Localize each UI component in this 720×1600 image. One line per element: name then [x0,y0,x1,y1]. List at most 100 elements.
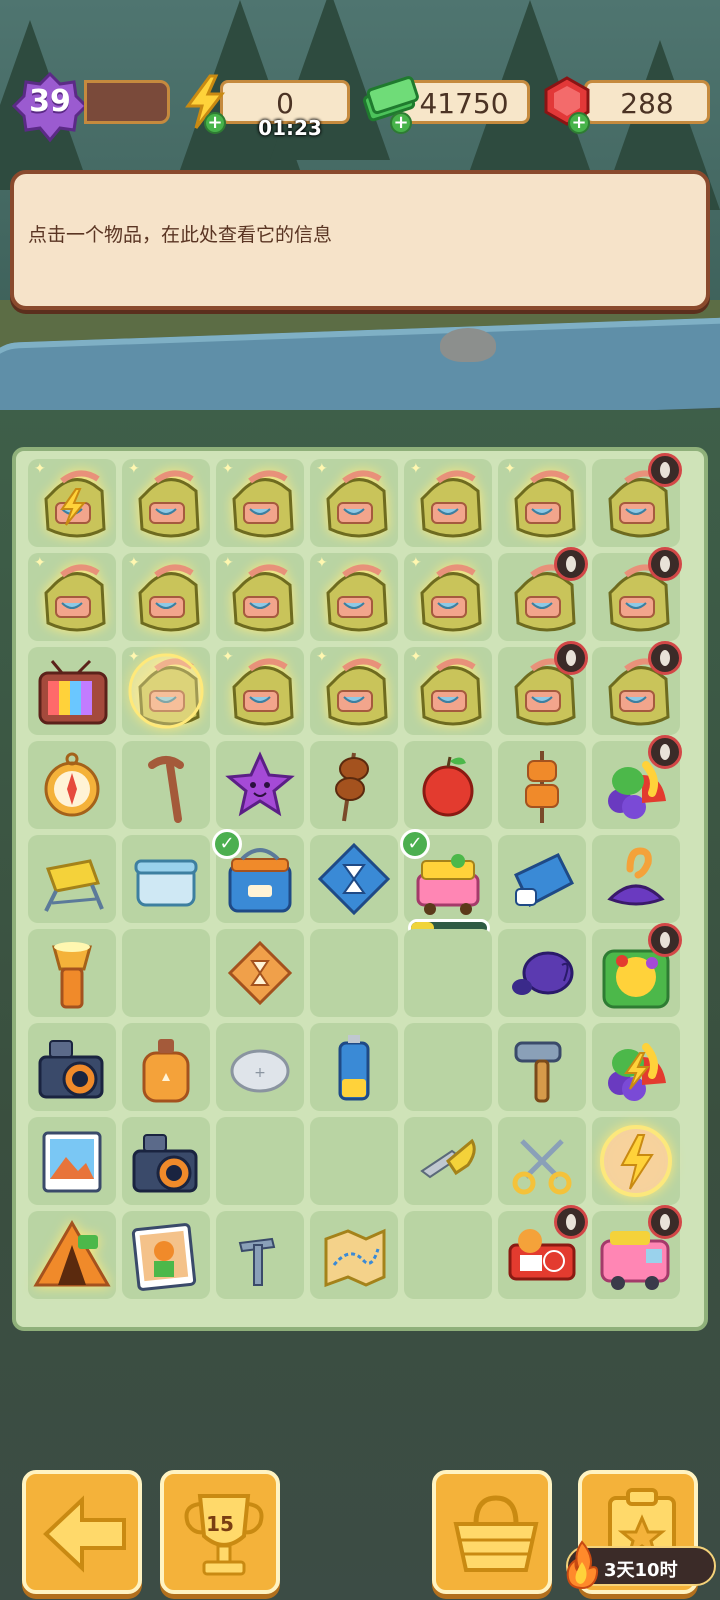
add-energy-button[interactable]: + [204,112,226,134]
tv-icon [38,659,108,725]
board-cell[interactable] [404,1117,492,1205]
board-cell[interactable] [592,1205,682,1299]
board-cell[interactable]: ✦ [28,553,116,641]
back-button[interactable] [22,1470,142,1594]
tent-icon [33,1220,111,1287]
lunch-box-icon [134,859,198,907]
level-badge[interactable]: 39 [12,70,88,146]
board-cell[interactable]: ✦ [404,459,492,547]
board-cell[interactable] [122,1023,210,1111]
board-cell[interactable] [216,741,304,829]
board-cell[interactable]: ✦ [122,459,210,547]
board-cell[interactable]: ✦ [310,553,398,641]
board-cell[interactable]: ✦ [310,459,398,547]
trophy-button[interactable]: 15 [160,1470,280,1594]
board-cell[interactable] [498,547,588,641]
board-cell[interactable] [592,923,682,1017]
board-cell[interactable] [28,929,116,1017]
basket-icon [453,1495,539,1572]
board-cell[interactable] [216,1117,304,1205]
add-cash-button[interactable]: + [390,112,412,134]
sparkle-icon: ✦ [34,555,46,571]
board-cell[interactable] [310,1117,398,1205]
treasure-map-icon [324,1228,386,1288]
board-cell[interactable] [404,1211,492,1299]
board-cell[interactable] [28,1211,116,1299]
compass-icon [44,752,100,817]
camera-icon [132,1134,198,1193]
board-cell[interactable] [310,1211,398,1299]
board-cell[interactable] [404,929,492,1017]
shop-basket-button[interactable] [432,1470,552,1594]
board-cell[interactable]: ✓ [400,829,492,937]
board-cell[interactable] [216,1211,304,1299]
trophy-count: 15 [206,1512,234,1536]
pocket-knife-icon [420,1138,476,1179]
board-cell[interactable] [310,929,398,1017]
canteen-icon [142,1039,190,1103]
add-gems-button[interactable]: + [568,112,590,134]
board-cell[interactable] [28,647,116,735]
board-cell[interactable] [592,453,682,547]
board-cell[interactable] [216,929,304,1017]
tent-peg-icon [238,1237,276,1286]
board-cell[interactable]: + [216,1023,304,1111]
board-cell[interactable] [404,1023,492,1111]
board-cell[interactable] [122,741,210,829]
board-cell[interactable]: ✦ [310,647,398,735]
board-cell[interactable] [122,929,210,1017]
board-cell[interactable] [498,641,588,735]
board-cell[interactable] [592,1117,680,1205]
rock [440,328,496,362]
board-cell[interactable]: ✦ [498,459,586,547]
board-cell[interactable]: ✦ [122,553,210,641]
cooldown-badge-icon [554,641,588,675]
sparkle-icon: ✦ [316,555,328,571]
cooler-bag-icon [514,853,574,908]
board-cell[interactable] [310,835,398,923]
board-cell[interactable] [498,929,586,1017]
board-cell[interactable]: ✦ [216,459,304,547]
board-cell[interactable] [592,547,682,641]
board-cell[interactable] [498,1205,588,1299]
cooldown-badge-icon [648,453,682,487]
board-cell[interactable] [28,835,116,923]
scissors-icon [512,1139,572,1195]
sparkle-icon: ✦ [410,555,422,571]
board-cell[interactable] [122,835,210,923]
board-cell[interactable] [404,741,492,829]
board-cell[interactable]: ✦ [216,553,304,641]
board-cell[interactable]: ✦ [404,553,492,641]
checkmark-icon: ✓ [400,829,430,859]
item-info-panel: 点击一个物品，在此处查看它的信息 [10,170,710,310]
board-cell[interactable] [592,641,682,735]
merge-board: ✦ ✦ ✦ ✦ ✦ ✦ ✦ ✦ ✦ ✦ ✦ ✦ ✦ ✦ ✦ ✓ ✓ + [12,447,708,1331]
board-cell[interactable]: ✦ [122,647,210,735]
board-cell[interactable] [28,1117,116,1205]
board-cell[interactable] [498,1117,586,1205]
board-cell[interactable] [592,735,682,829]
board-cell[interactable] [28,741,116,829]
event-timer-badge[interactable]: 3天10时 [566,1540,716,1590]
board-cell[interactable] [498,835,586,923]
cooldown-badge-icon [554,547,588,581]
cooldown-badge-icon [554,1205,588,1239]
board-cell[interactable] [498,741,586,829]
board-cell[interactable] [310,741,398,829]
board-cell[interactable] [498,1023,586,1111]
board-cell[interactable] [310,1023,398,1111]
board-cell[interactable] [122,1117,210,1205]
board-cell[interactable] [592,835,680,923]
checkmark-icon: ✓ [212,829,242,859]
board-cell[interactable]: ✦ [216,647,304,735]
board-cell[interactable]: ✓ [212,829,304,923]
mystery-hat-icon [607,847,665,906]
board-cell[interactable] [28,1023,116,1111]
board-cell[interactable]: ✦ [404,647,492,735]
gem-counter[interactable]: 288 [584,80,710,124]
battery-icon [338,1035,370,1101]
flashlight-icon [52,942,92,1009]
board-cell[interactable] [122,1211,210,1299]
board-cell[interactable]: ✦ [28,459,116,547]
board-cell[interactable] [592,1023,680,1111]
